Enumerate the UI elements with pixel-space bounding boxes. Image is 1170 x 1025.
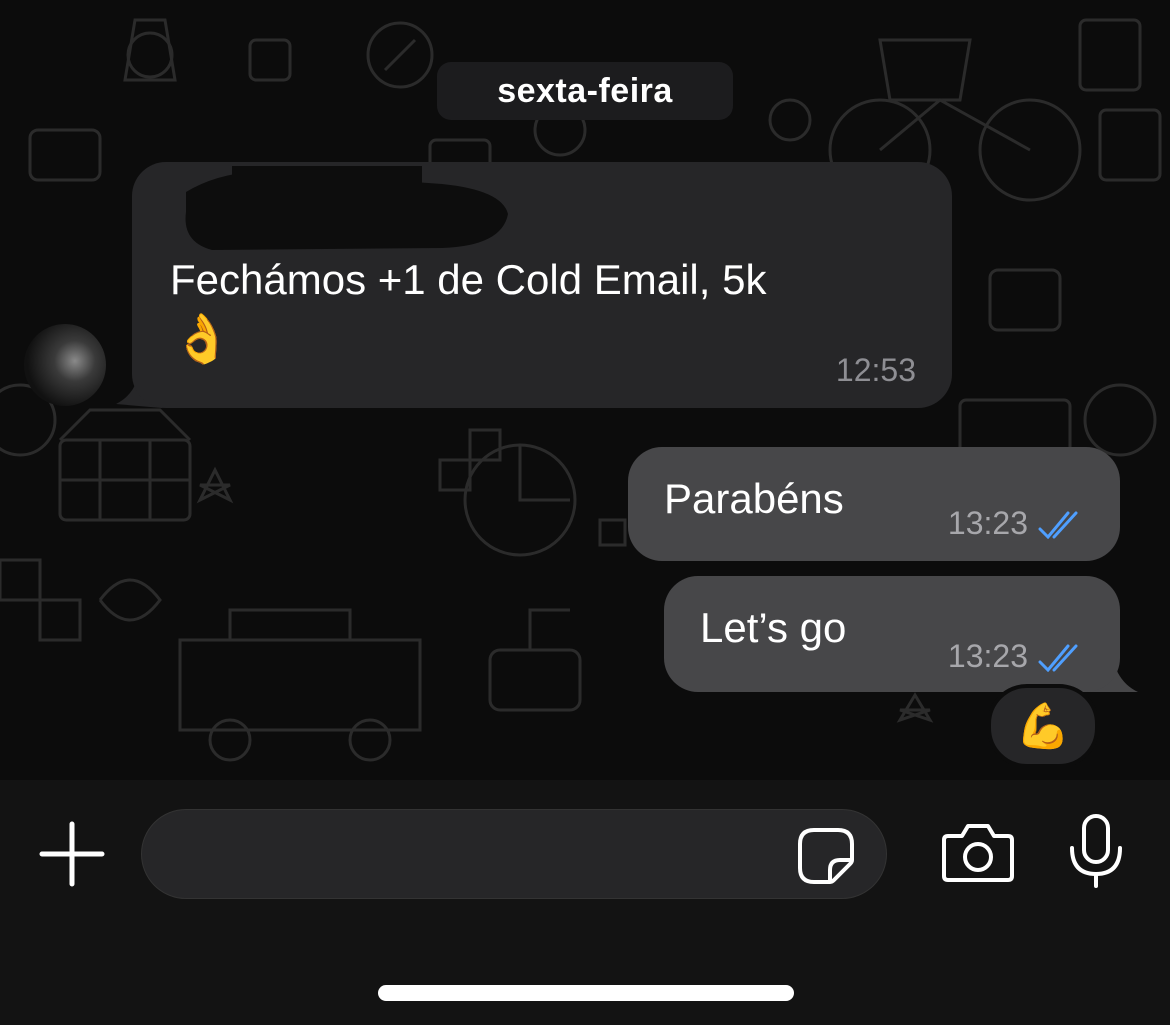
redacted-sender-name	[185, 166, 508, 250]
home-indicator[interactable]	[378, 985, 794, 1001]
message-input[interactable]	[141, 809, 887, 899]
message-timestamp: 12:53	[835, 352, 916, 388]
chat-screen: sexta-feira Fechámos +1 de Cold Email, 5…	[0, 0, 1170, 1025]
message-reaction[interactable]: 💪	[987, 684, 1099, 768]
message-list[interactable]: sexta-feira Fechámos +1 de Cold Email, 5…	[0, 0, 1170, 780]
incoming-message-bubble[interactable]: Fechámos +1 de Cold Email, 5k 👌 12:53	[132, 162, 952, 408]
message-text: Fechámos +1 de Cold Email, 5k	[170, 256, 767, 303]
message-meta: 13:23	[948, 638, 1086, 675]
outgoing-message-bubble[interactable]: Parabéns 13:23	[628, 447, 1120, 561]
plus-icon[interactable]	[36, 818, 108, 890]
message-timestamp: 13:23	[947, 505, 1028, 541]
message-input-field[interactable]	[172, 830, 776, 882]
message-meta: 13:23	[948, 505, 1086, 542]
message-emoji: 👌	[172, 313, 232, 366]
camera-icon[interactable]	[940, 822, 1016, 884]
date-separator: sexta-feira	[437, 62, 733, 120]
double-check-icon	[1038, 511, 1078, 539]
sender-avatar[interactable]	[24, 324, 106, 406]
message-timestamp: 13:23	[947, 638, 1028, 674]
sticker-icon[interactable]	[796, 826, 856, 886]
double-check-icon	[1038, 644, 1078, 672]
message-text: Parabéns	[664, 475, 844, 522]
microphone-icon[interactable]	[1066, 812, 1126, 890]
message-text: Let’s go	[700, 604, 847, 651]
outgoing-message-bubble[interactable]: Let’s go 13:23	[664, 576, 1120, 692]
